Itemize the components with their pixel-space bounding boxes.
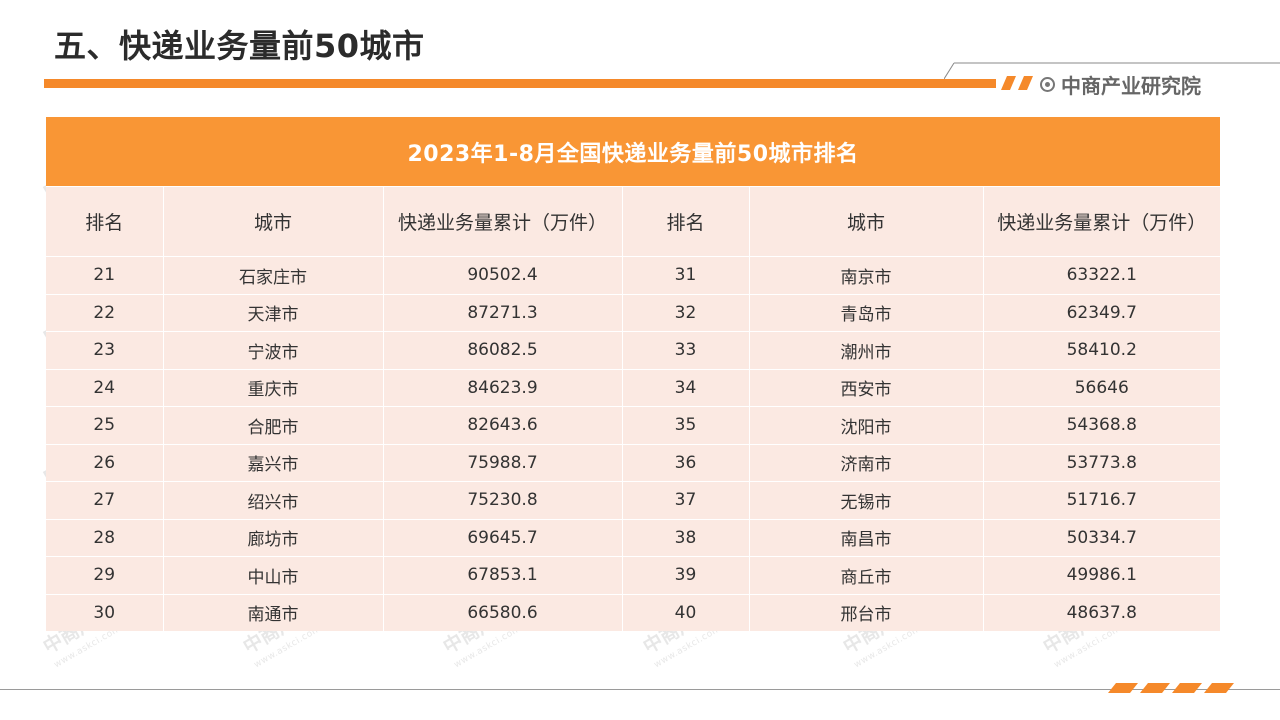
city-cell: 青岛市: [748, 293, 983, 332]
volume-cell: 75230.8: [382, 481, 622, 519]
table-row: 24 重庆市 84623.9 34 西安市 56646: [46, 368, 1220, 407]
rank-cell: 40: [621, 593, 749, 631]
header-city-left: 城市: [162, 186, 383, 257]
table-row: 22 天津市 87271.3 32 青岛市 62349.7: [46, 293, 1220, 332]
volume-cell: 62349.7: [982, 293, 1220, 332]
city-cell: 中山市: [162, 556, 383, 594]
header-volume-right: 快递业务量累计（万件）: [982, 186, 1220, 257]
ranking-table-container: 2023年1-8月全国快递业务量前50城市排名 排名 城市 快递业务量累计（万件…: [46, 117, 1220, 631]
table-row: 29 中山市 67853.1 39 商丘市 49986.1: [46, 556, 1220, 594]
city-cell: 重庆市: [162, 368, 383, 407]
volume-cell: 87271.3: [382, 293, 622, 332]
volume-cell: 58410.2: [982, 331, 1220, 369]
city-cell: 潮州市: [748, 331, 983, 369]
rank-cell: 33: [621, 331, 749, 369]
title-accent-bar: [44, 79, 996, 88]
city-cell: 济南市: [748, 443, 983, 482]
rank-cell: 35: [621, 406, 749, 444]
table-row: 27 绍兴市 75230.8 37 无锡市 51716.7: [46, 481, 1220, 519]
volume-cell: 67853.1: [382, 556, 622, 594]
rank-cell: 38: [621, 518, 749, 557]
rank-cell: 21: [46, 256, 163, 294]
header-rank-right: 排名: [621, 186, 749, 257]
rank-cell: 26: [46, 443, 163, 482]
brand-name: 中商产业研究院: [1061, 73, 1201, 98]
table-row: 28 廊坊市 69645.7 38 南昌市 50334.7: [46, 518, 1220, 557]
table-header-row: 排名 城市 快递业务量累计（万件） 排名 城市 快递业务量累计（万件）: [46, 186, 1220, 257]
rank-cell: 39: [621, 556, 749, 594]
city-cell: 邢台市: [748, 593, 983, 631]
rank-cell: 32: [621, 293, 749, 332]
volume-cell: 82643.6: [382, 406, 622, 444]
rank-cell: 29: [46, 556, 163, 594]
table-title: 2023年1-8月全国快递业务量前50城市排名: [46, 117, 1220, 186]
title-stripes-decoration: [1001, 76, 1033, 90]
volume-cell: 53773.8: [982, 443, 1220, 482]
rank-cell: 23: [46, 331, 163, 369]
brand-logo: 中商产业研究院: [1040, 70, 1201, 98]
rank-cell: 22: [46, 293, 163, 332]
city-cell: 石家庄市: [162, 256, 383, 294]
footer-stripes-decoration: [1108, 683, 1234, 693]
city-cell: 南通市: [162, 593, 383, 631]
volume-cell: 63322.1: [982, 256, 1220, 294]
city-cell: 绍兴市: [162, 481, 383, 519]
volume-cell: 48637.8: [982, 593, 1220, 631]
ranking-table: 排名 城市 快递业务量累计（万件） 排名 城市 快递业务量累计（万件） 21 石…: [46, 186, 1220, 631]
table-row: 21 石家庄市 90502.4 31 南京市 63322.1: [46, 256, 1220, 294]
page-title: 五、快递业务量前50城市: [54, 27, 425, 65]
table-row: 26 嘉兴市 75988.7 36 济南市 53773.8: [46, 443, 1220, 482]
rank-cell: 31: [621, 256, 749, 294]
rank-cell: 24: [46, 368, 163, 407]
city-cell: 西安市: [748, 368, 983, 407]
rank-cell: 36: [621, 443, 749, 482]
volume-cell: 54368.8: [982, 406, 1220, 444]
header-city-right: 城市: [748, 186, 983, 257]
volume-cell: 56646: [982, 368, 1220, 407]
table-row: 23 宁波市 86082.5 33 潮州市 58410.2: [46, 331, 1220, 369]
city-cell: 南昌市: [748, 518, 983, 557]
target-icon: [1040, 76, 1055, 92]
header-rank-left: 排名: [46, 186, 163, 257]
volume-cell: 86082.5: [382, 331, 622, 369]
volume-cell: 90502.4: [382, 256, 622, 294]
table-row: 25 合肥市 82643.6 35 沈阳市 54368.8: [46, 406, 1220, 444]
volume-cell: 49986.1: [982, 556, 1220, 594]
volume-cell: 69645.7: [382, 518, 622, 557]
city-cell: 天津市: [162, 293, 383, 332]
volume-cell: 75988.7: [382, 443, 622, 482]
rank-cell: 34: [621, 368, 749, 407]
volume-cell: 51716.7: [982, 481, 1220, 519]
city-cell: 合肥市: [162, 406, 383, 444]
volume-cell: 50334.7: [982, 518, 1220, 557]
city-cell: 南京市: [748, 256, 983, 294]
table-row: 30 南通市 66580.6 40 邢台市 48637.8: [46, 593, 1220, 631]
volume-cell: 66580.6: [382, 593, 622, 631]
rank-cell: 28: [46, 518, 163, 557]
rank-cell: 37: [621, 481, 749, 519]
city-cell: 沈阳市: [748, 406, 983, 444]
rank-cell: 25: [46, 406, 163, 444]
rank-cell: 30: [46, 593, 163, 631]
city-cell: 嘉兴市: [162, 443, 383, 482]
rank-cell: 27: [46, 481, 163, 519]
city-cell: 宁波市: [162, 331, 383, 369]
city-cell: 无锡市: [748, 481, 983, 519]
header-volume-left: 快递业务量累计（万件）: [382, 186, 622, 257]
city-cell: 商丘市: [748, 556, 983, 594]
volume-cell: 84623.9: [382, 368, 622, 407]
footer-divider: [0, 689, 1280, 690]
city-cell: 廊坊市: [162, 518, 383, 557]
